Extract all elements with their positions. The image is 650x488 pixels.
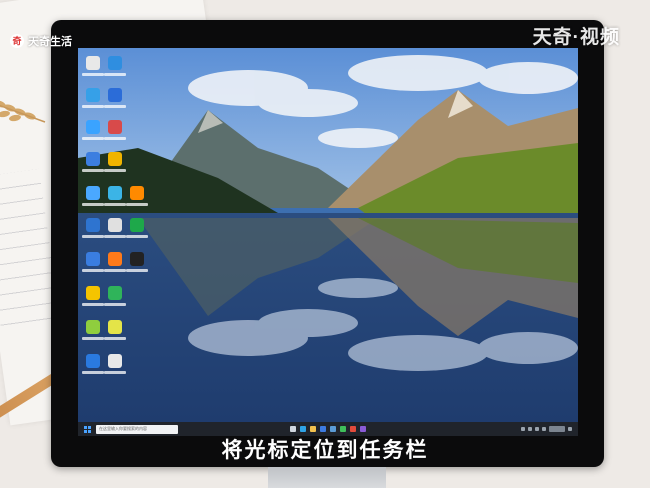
- desktop-shortcut-label: [104, 137, 126, 140]
- chrome-icon[interactable]: [350, 426, 356, 432]
- desktop-shortcut-label: [82, 105, 104, 108]
- desktop-icons: [78, 48, 148, 418]
- desktop-shortcut-label: [104, 169, 126, 172]
- desktop-shortcut-icon[interactable]: [108, 252, 122, 266]
- input-method-icon[interactable]: [542, 427, 546, 431]
- desktop-shortcut-label: [126, 203, 148, 206]
- desktop-shortcut-label: [82, 137, 104, 140]
- search-placeholder: 在这里输入你要搜索的内容: [99, 426, 147, 431]
- desktop-shortcut-label: [104, 203, 126, 206]
- app-icon[interactable]: [360, 426, 366, 432]
- network-icon[interactable]: [528, 427, 532, 431]
- desktop-shortcut-label: [82, 235, 104, 238]
- wechat-icon[interactable]: [340, 426, 346, 432]
- desktop-shortcut-label: [82, 203, 104, 206]
- desktop-shortcut-icon[interactable]: [130, 186, 144, 200]
- windows-start-icon[interactable]: [84, 425, 91, 433]
- monitor-stand: [268, 467, 386, 488]
- video-caption: 将光标定位到任务栏: [221, 439, 429, 462]
- taskbar-pinned-apps: [290, 426, 366, 432]
- desktop-shortcut-label: [82, 269, 104, 272]
- monitor: 在这里输入你要搜索的内容: [51, 20, 604, 467]
- watermark-right: 天奇·视频: [532, 27, 620, 48]
- desktop-shortcut-icon[interactable]: [108, 286, 122, 300]
- desktop-shortcut-icon[interactable]: [86, 56, 100, 70]
- desktop-shortcut-icon[interactable]: [108, 320, 122, 334]
- desktop-shortcut-label: [82, 371, 104, 374]
- watermark-left-text: 天奇生活: [28, 36, 72, 48]
- desktop-shortcut-icon[interactable]: [86, 218, 100, 232]
- desktop-screen: 在这里输入你要搜索的内容: [78, 48, 578, 436]
- volume-icon[interactable]: [535, 427, 539, 431]
- tianqi-logo-icon: 奇: [10, 34, 24, 48]
- desktop-shortcut-label: [126, 235, 148, 238]
- desktop-shortcut-label: [104, 337, 126, 340]
- desktop-shortcut-label: [104, 371, 126, 374]
- edge-icon[interactable]: [300, 426, 306, 432]
- tray-up-arrow-icon[interactable]: [521, 427, 525, 431]
- desktop-shortcut-icon[interactable]: [86, 186, 100, 200]
- desktop-shortcut-icon[interactable]: [108, 186, 122, 200]
- desktop-shortcut-label: [104, 73, 126, 76]
- desktop-shortcut-label: [104, 235, 126, 238]
- store-icon[interactable]: [320, 426, 326, 432]
- taskbar-search-input[interactable]: 在这里输入你要搜索的内容: [96, 424, 178, 434]
- desktop-shortcut-icon[interactable]: [108, 120, 122, 134]
- desktop-shortcut-icon[interactable]: [86, 354, 100, 368]
- system-tray: [521, 426, 572, 432]
- desktop-shortcut-icon[interactable]: [108, 218, 122, 232]
- desktop-shortcut-label: [82, 337, 104, 340]
- clock[interactable]: [549, 426, 565, 432]
- desktop-shortcut-icon[interactable]: [86, 88, 100, 102]
- desktop-shortcut-icon[interactable]: [108, 88, 122, 102]
- desktop-shortcut-icon[interactable]: [130, 218, 144, 232]
- desktop-shortcut-icon[interactable]: [86, 252, 100, 266]
- desktop-shortcut-label: [82, 303, 104, 306]
- desktop-shortcut-label: [104, 303, 126, 306]
- desktop-shortcut-icon[interactable]: [86, 120, 100, 134]
- desktop-shortcut-icon[interactable]: [130, 252, 144, 266]
- desktop-shortcut-label: [82, 169, 104, 172]
- task-view-icon[interactable]: [290, 426, 296, 432]
- watermark-left: 奇 天奇生活: [10, 33, 72, 49]
- desktop-shortcut-icon[interactable]: [108, 56, 122, 70]
- desktop-shortcut-icon[interactable]: [108, 354, 122, 368]
- file-explorer-icon[interactable]: [310, 426, 316, 432]
- desktop-shortcut-label: [82, 73, 104, 76]
- desktop-shortcut-label: [104, 105, 126, 108]
- desktop-shortcut-label: [104, 269, 126, 272]
- lake-wallpaper: [78, 48, 578, 436]
- desktop-shortcut-icon[interactable]: [86, 152, 100, 166]
- desktop-shortcut-label: [126, 269, 148, 272]
- desktop-shortcut-icon[interactable]: [86, 320, 100, 334]
- desktop-shortcut-icon[interactable]: [108, 152, 122, 166]
- notification-icon[interactable]: [568, 427, 572, 431]
- mail-icon[interactable]: [330, 426, 336, 432]
- desktop-shortcut-icon[interactable]: [86, 286, 100, 300]
